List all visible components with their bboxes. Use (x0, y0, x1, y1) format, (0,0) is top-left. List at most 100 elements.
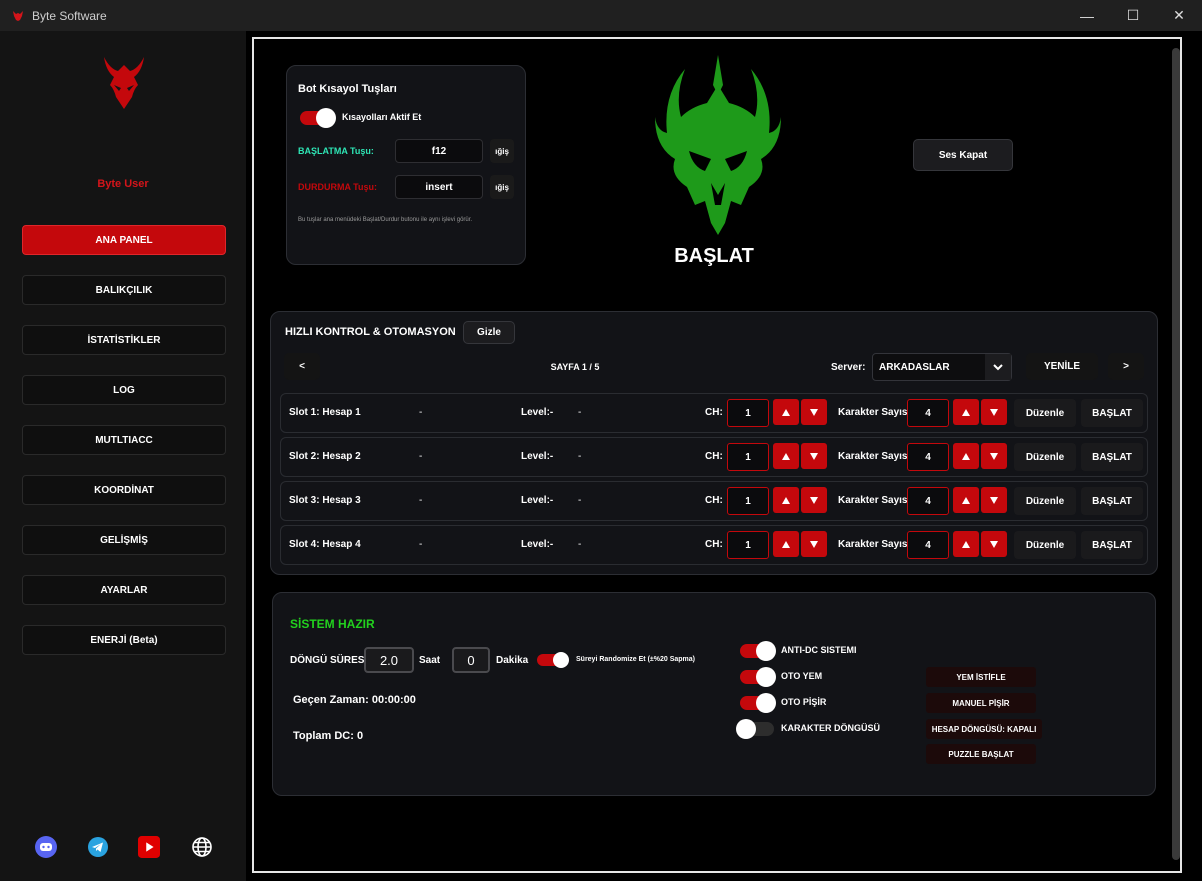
minimize-button[interactable]: — (1064, 0, 1110, 31)
server-label: Server: (831, 362, 866, 373)
char-count-field[interactable]: 4 (907, 399, 949, 427)
ch-up-arrow-icon[interactable] (773, 531, 799, 557)
ch-field[interactable]: 1 (727, 443, 769, 471)
ch-down-arrow-icon[interactable] (801, 399, 827, 425)
slot-level: Level:- (521, 539, 554, 550)
ch-up-arrow-icon[interactable] (773, 443, 799, 469)
ch-down-arrow-icon[interactable] (801, 443, 827, 469)
shortcut-panel (286, 65, 526, 265)
puzzle-start-button[interactable]: PUZZLE BAŞLAT (926, 744, 1036, 764)
auto-bait-toggle[interactable] (740, 667, 776, 687)
slot-row: Slot 3: Hesap 3 - Level:- - CH: 1 Karakt… (280, 481, 1148, 521)
globe-icon[interactable] (191, 836, 213, 858)
close-button[interactable]: ✕ (1156, 0, 1202, 31)
char-down-arrow-icon[interactable] (981, 531, 1007, 557)
slot-info: - (578, 495, 582, 506)
edit-button[interactable]: Düzenle (1014, 487, 1076, 515)
slot-start-button[interactable]: BAŞLAT (1081, 531, 1143, 559)
slot-start-button[interactable]: BAŞLAT (1081, 399, 1143, 427)
slot-info: - (578, 407, 582, 418)
char-up-arrow-icon[interactable] (953, 531, 979, 557)
hide-button[interactable]: Gizle (463, 321, 515, 344)
ch-down-arrow-icon[interactable] (801, 531, 827, 557)
shortcuts-note: Bu tuşlar ana menüdeki Başlat/Durdur but… (298, 217, 473, 223)
stop-key-label: DURDURMA Tuşu: (298, 182, 377, 192)
stop-key-change-button[interactable]: ığiş (490, 175, 514, 199)
refresh-button[interactable]: YENİLE (1026, 353, 1098, 380)
start-key-field[interactable]: f12 (395, 139, 483, 163)
shortcuts-toggle[interactable] (300, 108, 336, 128)
ch-up-arrow-icon[interactable] (773, 487, 799, 513)
edit-button[interactable]: Düzenle (1014, 399, 1076, 427)
hours-label: Saat (419, 655, 441, 666)
char-count-field[interactable]: 4 (907, 487, 949, 515)
char-count-label: Karakter Sayısı: (838, 495, 914, 506)
nav-ana-panel[interactable]: ANA PANEL (22, 225, 226, 255)
auto-cook-toggle[interactable] (740, 693, 776, 713)
server-select[interactable]: ARKADASLAR (872, 353, 1012, 381)
ch-label: CH: (705, 495, 723, 506)
randomize-toggle[interactable] (537, 652, 569, 668)
nav-ayarlar[interactable]: AYARLAR (22, 575, 226, 605)
manual-cook-button[interactable]: MANUEL PİŞİR (926, 693, 1036, 713)
nav-gelismis[interactable]: GELİŞMİŞ (22, 525, 226, 555)
nav-log[interactable]: LOG (22, 375, 226, 405)
next-page-button[interactable]: > (1108, 353, 1144, 380)
ch-label: CH: (705, 539, 723, 550)
edit-button[interactable]: Düzenle (1014, 531, 1076, 559)
nav-istatistikler[interactable]: İSTATİSTİKLER (22, 325, 226, 355)
demon-logo-icon (104, 57, 144, 109)
start-key-change-button[interactable]: ığiş (490, 139, 514, 163)
elapsed-time: Geçen Zaman: 00:00:00 (293, 694, 416, 706)
minutes-label: Dakika (496, 655, 529, 666)
mute-button[interactable]: Ses Kapat (913, 139, 1013, 171)
discord-icon[interactable] (35, 836, 57, 858)
start-button[interactable]: BAŞLAT (600, 245, 828, 268)
prev-page-button[interactable]: < (284, 353, 320, 380)
slot-name: Slot 3: Hesap 3 (289, 495, 361, 506)
page-indicator: SAYFA 1 / 5 (550, 362, 600, 372)
nav-koordinat[interactable]: KOORDİNAT (22, 475, 226, 505)
ch-up-arrow-icon[interactable] (773, 399, 799, 425)
anti-dc-toggle[interactable] (740, 641, 776, 661)
char-up-arrow-icon[interactable] (953, 487, 979, 513)
shortcuts-toggle-label: Kısayolları Aktif Et (342, 112, 422, 122)
cycle-duration-label: DÖNGÜ SÜRESİ: (290, 655, 371, 666)
nav-enerji[interactable]: ENERJİ (Beta) (22, 625, 226, 655)
slot-start-button[interactable]: BAŞLAT (1081, 443, 1143, 471)
char-down-arrow-icon[interactable] (981, 399, 1007, 425)
scrollbar[interactable] (1172, 48, 1180, 860)
slot-level: Level:- (521, 451, 554, 462)
auto-bait-label: OTO YEM (781, 671, 823, 681)
ch-field[interactable]: 1 (727, 531, 769, 559)
slot-status: - (419, 539, 423, 550)
account-cycle-button[interactable]: HESAP DÖNGÜSÜ: KAPALI (926, 719, 1042, 739)
edit-button[interactable]: Düzenle (1014, 443, 1076, 471)
char-up-arrow-icon[interactable] (953, 443, 979, 469)
hours-input[interactable]: 2.0 (364, 647, 414, 673)
char-down-arrow-icon[interactable] (981, 443, 1007, 469)
slot-start-button[interactable]: BAŞLAT (1081, 487, 1143, 515)
nav-balikcilik[interactable]: BALIKÇILIK (22, 275, 226, 305)
ch-field[interactable]: 1 (727, 399, 769, 427)
character-cycle-toggle[interactable] (736, 719, 774, 739)
stack-bait-button[interactable]: YEM İSTİFLE (926, 667, 1036, 687)
telegram-icon[interactable] (87, 836, 109, 858)
slot-name: Slot 1: Hesap 1 (289, 407, 361, 418)
slot-level: Level:- (521, 407, 554, 418)
char-up-arrow-icon[interactable] (953, 399, 979, 425)
slot-row: Slot 4: Hesap 4 - Level:- - CH: 1 Karakt… (280, 525, 1148, 565)
maximize-button[interactable]: ☐ (1110, 0, 1156, 31)
stop-key-field[interactable]: insert (395, 175, 483, 199)
char-down-arrow-icon[interactable] (981, 487, 1007, 513)
nav-multiacc[interactable]: MUTLTIACC (22, 425, 226, 455)
char-count-field[interactable]: 4 (907, 443, 949, 471)
minutes-input[interactable]: 0 (452, 647, 490, 673)
char-count-field[interactable]: 4 (907, 531, 949, 559)
ch-down-arrow-icon[interactable] (801, 487, 827, 513)
slot-status: - (419, 451, 423, 462)
user-name: Byte User (97, 178, 149, 190)
system-status: SİSTEM HAZIR (290, 617, 375, 631)
youtube-icon[interactable] (138, 836, 160, 858)
ch-field[interactable]: 1 (727, 487, 769, 515)
